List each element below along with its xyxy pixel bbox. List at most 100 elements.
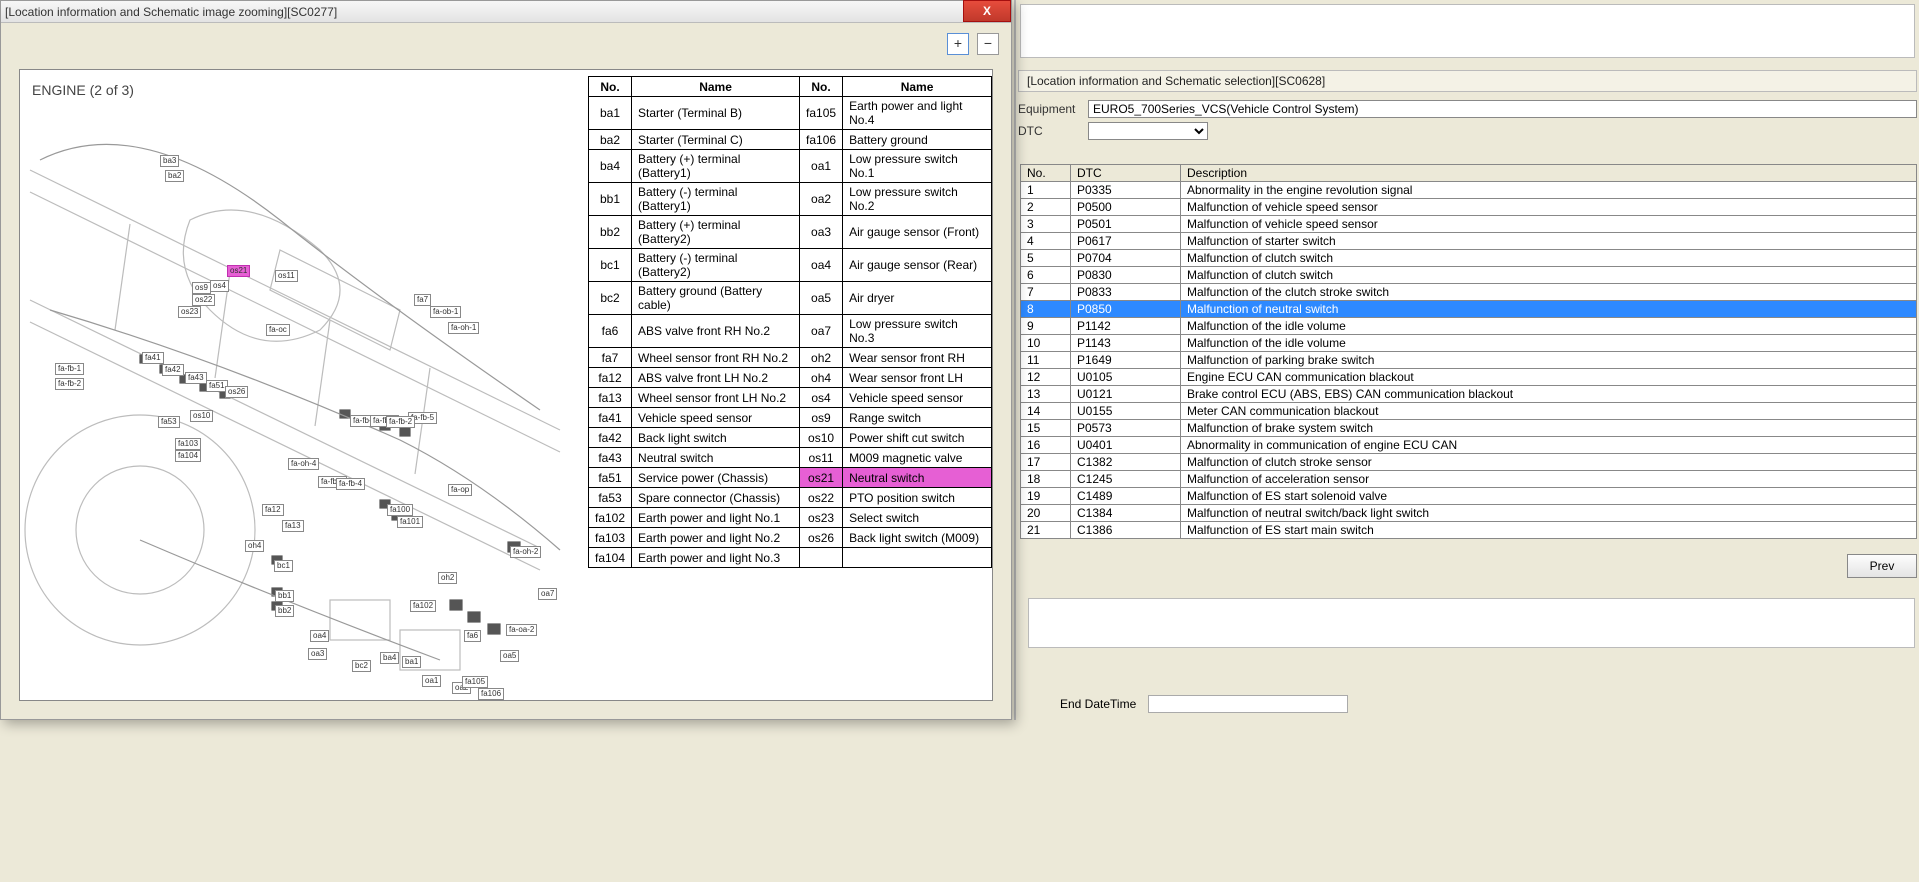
legend-row[interactable]: bb1Battery (-) terminal (Battery1)oa2Low… <box>589 183 992 216</box>
dtc-cell-code: U0401 <box>1071 437 1181 454</box>
dtc-row[interactable]: 15P0573Malfunction of brake system switc… <box>1021 420 1917 437</box>
dtc-row[interactable]: 21C1386Malfunction of ES start main swit… <box>1021 522 1917 539</box>
dtc-row[interactable]: 18C1245Malfunction of acceleration senso… <box>1021 471 1917 488</box>
dtc-col-desc: Description <box>1181 165 1917 182</box>
dtc-cell-desc: Malfunction of clutch switch <box>1181 267 1917 284</box>
dtc-row[interactable]: 10P1143Malfunction of the idle volume <box>1021 335 1917 352</box>
dtc-cell-no: 19 <box>1021 488 1071 505</box>
callout-label: os22 <box>192 294 215 306</box>
dtc-table[interactable]: No. DTC Description 1P0335Abnormality in… <box>1020 164 1917 539</box>
legend-row[interactable]: fa12ABS valve front LH No.2oh4Wear senso… <box>589 368 992 388</box>
dtc-cell-desc: Engine ECU CAN communication blackout <box>1181 369 1917 386</box>
dtc-row[interactable]: 11P1649Malfunction of parking brake swit… <box>1021 352 1917 369</box>
dtc-row[interactable]: 6P0830Malfunction of clutch switch <box>1021 267 1917 284</box>
equipment-field[interactable] <box>1088 100 1917 118</box>
legend-row[interactable]: fa43Neutral switchos11M009 magnetic valv… <box>589 448 992 468</box>
dtc-cell-no: 5 <box>1021 250 1071 267</box>
legend-cell-name: Air gauge sensor (Front) <box>843 216 992 249</box>
close-icon[interactable]: X <box>963 0 1011 22</box>
dtc-row[interactable]: 2P0500Malfunction of vehicle speed senso… <box>1021 199 1917 216</box>
legend-row[interactable]: fa102Earth power and light No.1os23Selec… <box>589 508 992 528</box>
legend-cell-name: Wear sensor front LH <box>843 368 992 388</box>
legend-cell-name: ABS valve front LH No.2 <box>632 368 800 388</box>
callout-label: os23 <box>178 306 201 318</box>
legend-cell-no: fa43 <box>589 448 632 468</box>
schematic-title: ENGINE (2 of 3) <box>32 82 134 98</box>
callout-label: oa3 <box>308 648 327 660</box>
dtc-cell-code: P0501 <box>1071 216 1181 233</box>
dtc-cell-no: 7 <box>1021 284 1071 301</box>
legend-cell-name: Battery (-) terminal (Battery1) <box>632 183 800 216</box>
dtc-cell-code: P1143 <box>1071 335 1181 352</box>
schematic-area[interactable]: ENGINE (2 of 3) <box>19 69 993 701</box>
dtc-row[interactable]: 20C1384Malfunction of neutral switch/bac… <box>1021 505 1917 522</box>
dtc-row[interactable]: 4P0617Malfunction of starter switch <box>1021 233 1917 250</box>
dtc-cell-no: 10 <box>1021 335 1071 352</box>
callout-label: oa4 <box>310 630 329 642</box>
dtc-row[interactable]: 8P0850Malfunction of neutral switch <box>1021 301 1917 318</box>
legend-row[interactable]: fa41Vehicle speed sensoros9Range switch <box>589 408 992 428</box>
dtc-cell-code: C1384 <box>1071 505 1181 522</box>
dtc-cell-code: P0850 <box>1071 301 1181 318</box>
dtc-row[interactable]: 12U0105Engine ECU CAN communication blac… <box>1021 369 1917 386</box>
popup-titlebar[interactable]: [Location information and Schematic imag… <box>1 1 1011 23</box>
lower-blank-box <box>1028 598 1915 648</box>
dtc-label: DTC <box>1018 124 1088 138</box>
dtc-cell-code: P0833 <box>1071 284 1181 301</box>
dtc-row[interactable]: 9P1142Malfunction of the idle volume <box>1021 318 1917 335</box>
legend-cell-name: Spare connector (Chassis) <box>632 488 800 508</box>
dtc-cell-code: P0573 <box>1071 420 1181 437</box>
legend-cell-no: oa3 <box>800 216 843 249</box>
legend-row[interactable]: bc2Battery ground (Battery cable)oa5Air … <box>589 282 992 315</box>
legend-cell-name: Neutral switch <box>843 468 992 488</box>
dtc-cell-desc: Malfunction of clutch switch <box>1181 250 1917 267</box>
legend-row[interactable]: bc1Battery (-) terminal (Battery2)oa4Air… <box>589 249 992 282</box>
dtc-row[interactable]: 1P0335Abnormality in the engine revoluti… <box>1021 182 1917 199</box>
legend-row[interactable]: ba4Battery (+) terminal (Battery1)oa1Low… <box>589 150 992 183</box>
legend-row[interactable]: fa53Spare connector (Chassis)os22PTO pos… <box>589 488 992 508</box>
legend-cell-name: Earth power and light No.3 <box>632 548 800 568</box>
legend-cell-no: os23 <box>800 508 843 528</box>
legend-row[interactable]: ba2Starter (Terminal C)fa106Battery grou… <box>589 130 992 150</box>
dtc-cell-no: 16 <box>1021 437 1071 454</box>
legend-row[interactable]: fa104Earth power and light No.3 <box>589 548 992 568</box>
end-datetime-field[interactable] <box>1148 695 1348 713</box>
legend-cell-no: fa102 <box>589 508 632 528</box>
legend-cell-no: fa41 <box>589 408 632 428</box>
dtc-row[interactable]: 19C1489Malfunction of ES start solenoid … <box>1021 488 1917 505</box>
legend-row[interactable]: fa6ABS valve front RH No.2oa7Low pressur… <box>589 315 992 348</box>
legend-row[interactable]: ba1Starter (Terminal B)fa105Earth power … <box>589 97 992 130</box>
legend-row[interactable]: fa7Wheel sensor front RH No.2oh2Wear sen… <box>589 348 992 368</box>
dtc-row[interactable]: 17C1382Malfunction of clutch stroke sens… <box>1021 454 1917 471</box>
legend-row[interactable]: fa13Wheel sensor front LH No.2os4Vehicle… <box>589 388 992 408</box>
dtc-row[interactable]: 16U0401Abnormality in communication of e… <box>1021 437 1917 454</box>
prev-button[interactable]: Prev <box>1847 554 1917 578</box>
legend-cell-no: ba2 <box>589 130 632 150</box>
dtc-row[interactable]: 7P0833Malfunction of the clutch stroke s… <box>1021 284 1917 301</box>
legend-cell-no: os21 <box>800 468 843 488</box>
callout-label: bb2 <box>275 605 294 617</box>
callout-label: fa-fb-2 <box>386 416 415 428</box>
top-blank-box <box>1020 4 1915 58</box>
legend-row[interactable]: fa103Earth power and light No.2os26Back … <box>589 528 992 548</box>
zoom-out-button[interactable]: − <box>977 33 999 55</box>
legend-row[interactable]: fa51Service power (Chassis)os21Neutral s… <box>589 468 992 488</box>
legend-cell-name: Wear sensor front RH <box>843 348 992 368</box>
dtc-cell-desc: Malfunction of vehicle speed sensor <box>1181 199 1917 216</box>
dtc-row[interactable]: 5P0704Malfunction of clutch switch <box>1021 250 1917 267</box>
callout-label: fa-oh-4 <box>288 458 319 470</box>
legend-cell-name: Low pressure switch No.2 <box>843 183 992 216</box>
dtc-cell-no: 18 <box>1021 471 1071 488</box>
legend-row[interactable]: bb2Battery (+) terminal (Battery2)oa3Air… <box>589 216 992 249</box>
dtc-row[interactable]: 13U0121Brake control ECU (ABS, EBS) CAN … <box>1021 386 1917 403</box>
dtc-cell-no: 21 <box>1021 522 1071 539</box>
callout-label: ba2 <box>165 170 184 182</box>
dtc-row[interactable]: 3P0501Malfunction of vehicle speed senso… <box>1021 216 1917 233</box>
legend-cell-no: fa51 <box>589 468 632 488</box>
legend-cell-no: oh2 <box>800 348 843 368</box>
zoom-in-button[interactable]: + <box>947 33 969 55</box>
legend-row[interactable]: fa42Back light switchos10Power shift cut… <box>589 428 992 448</box>
dtc-row[interactable]: 14U0155Meter CAN communication blackout <box>1021 403 1917 420</box>
legend-cell-name: Back light switch <box>632 428 800 448</box>
dtc-select[interactable] <box>1088 122 1208 140</box>
